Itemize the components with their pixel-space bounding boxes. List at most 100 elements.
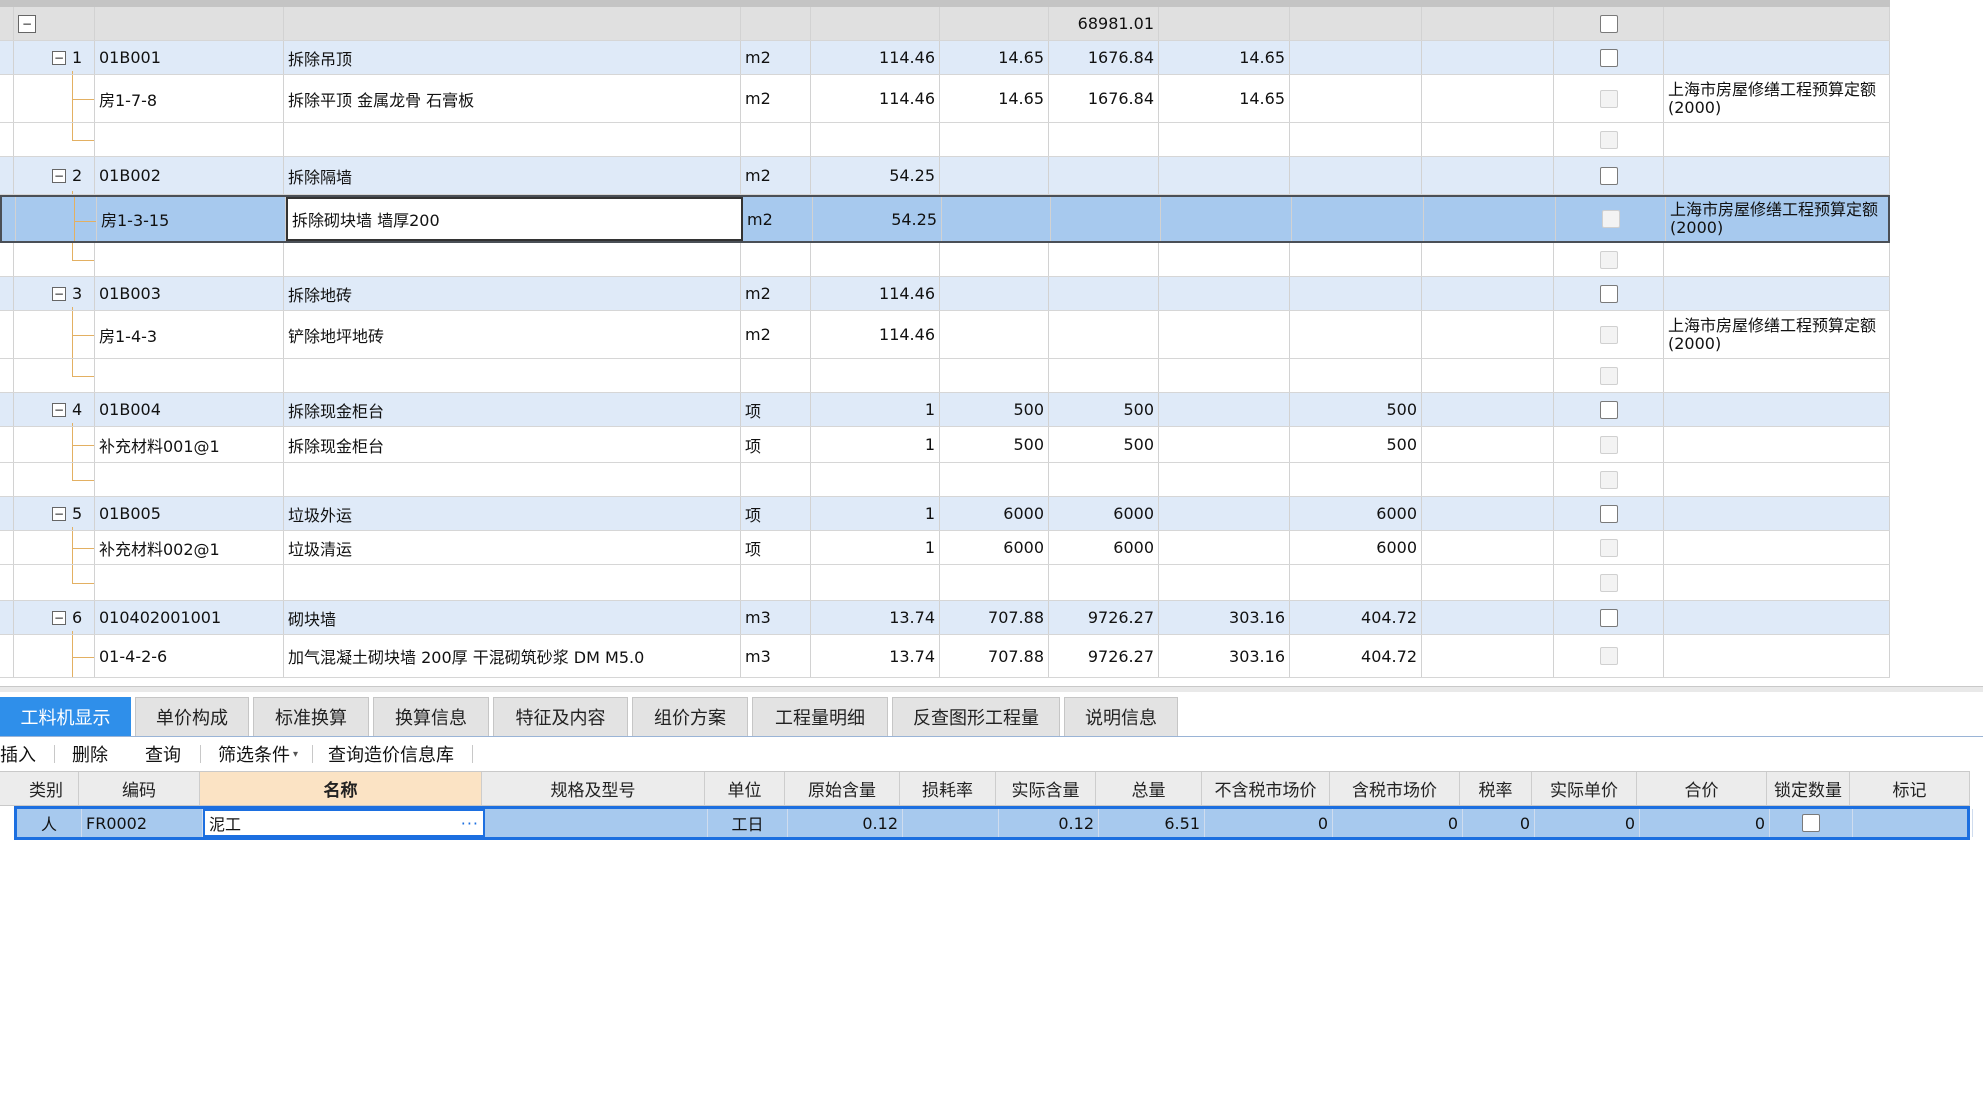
cell-c6[interactable]: 14.65 — [940, 75, 1049, 122]
cell-c6[interactable]: 14.65 — [940, 41, 1049, 74]
cell-name[interactable]: 拆除现金柜台 — [284, 393, 741, 426]
cell-code[interactable]: 01B002 — [95, 157, 284, 194]
cell-code[interactable] — [95, 243, 284, 276]
cell-gutter[interactable] — [0, 531, 14, 564]
cell-name[interactable]: 垃圾清运 — [284, 531, 741, 564]
cell-c8[interactable] — [1159, 277, 1290, 310]
cell-c10[interactable] — [1422, 497, 1554, 530]
sub-cell-code[interactable]: FR0002 — [82, 809, 203, 837]
detail-table-row[interactable]: 人 FR0002 泥工 ··· 工日 0.12 0.12 6.51 0 0 0 0 0 — [14, 806, 1973, 840]
cell-c9[interactable] — [1290, 75, 1422, 122]
cell-c6[interactable]: 707.88 — [940, 635, 1049, 677]
cell-code[interactable] — [95, 7, 284, 40]
cell-c7[interactable] — [1049, 277, 1159, 310]
col-original-content[interactable]: 原始含量 — [785, 772, 900, 805]
cell-seq[interactable] — [14, 635, 95, 677]
cell-note[interactable] — [1664, 157, 1890, 194]
cell-c9[interactable]: 500 — [1290, 393, 1422, 426]
cell-c7[interactable] — [1049, 311, 1159, 358]
cell-qty[interactable]: 54.25 — [813, 197, 942, 241]
blank-row[interactable] — [0, 243, 1890, 277]
lock-checkbox[interactable] — [1599, 250, 1618, 269]
cell-unit[interactable]: 项 — [741, 531, 811, 564]
cell-qty[interactable]: 1 — [811, 427, 940, 462]
cell-c10[interactable] — [1422, 601, 1554, 634]
cell-gutter[interactable] — [0, 7, 14, 40]
cell-c10[interactable] — [1422, 463, 1554, 496]
cell-gutter[interactable] — [0, 463, 14, 496]
cell-unit[interactable] — [741, 123, 811, 156]
delete-button[interactable]: 删除 — [72, 737, 108, 771]
sub-cell-lock[interactable] — [1770, 809, 1853, 837]
cell-qty[interactable]: 114.46 — [811, 75, 940, 122]
cell-c6[interactable] — [940, 7, 1049, 40]
cell-qty[interactable]: 1 — [811, 393, 940, 426]
collapse-icon[interactable]: − — [52, 402, 66, 417]
cell-code[interactable]: 房1-3-15 — [97, 197, 286, 241]
tab-material-display[interactable]: 工料机显示 — [0, 697, 131, 736]
cell-seq[interactable]: −1 — [14, 41, 95, 74]
collapse-icon[interactable]: − — [52, 286, 66, 301]
cell-unit[interactable] — [741, 7, 811, 40]
cell-note[interactable] — [1664, 601, 1890, 634]
cell-gutter[interactable] — [0, 123, 14, 156]
cell-unit[interactable]: m3 — [741, 601, 811, 634]
quota-row[interactable]: 01-4-2-6 加气混凝土砌块墙 200厚 干混砌筑砂浆 DM M5.0 m3 13… — [0, 635, 1890, 678]
lock-checkbox[interactable] — [1599, 14, 1618, 33]
cell-c10[interactable] — [1424, 197, 1556, 241]
cell-unit[interactable] — [741, 565, 811, 600]
col-actual-unit-price[interactable]: 实际单价 — [1532, 772, 1637, 805]
bill-item-row[interactable]: −4 01B004 拆除现金柜台项 1 500 500 500 — [0, 393, 1890, 427]
collapse-icon[interactable]: − — [52, 506, 66, 521]
cell-c10[interactable] — [1422, 359, 1554, 392]
cell-c7[interactable]: 500 — [1049, 393, 1159, 426]
cell-unit[interactable]: 项 — [741, 427, 811, 462]
cell-c7[interactable] — [1049, 359, 1159, 392]
cell-note[interactable] — [1664, 393, 1890, 426]
cell-code[interactable]: 01B003 — [95, 277, 284, 310]
lock-checkbox[interactable] — [1599, 366, 1618, 385]
sub-cell-spec[interactable] — [485, 809, 708, 837]
sub-cell-unit_price[interactable]: 0 — [1535, 809, 1640, 837]
col-name[interactable]: 名称 — [200, 772, 482, 805]
cell-c9[interactable] — [1290, 7, 1422, 40]
cell-c9[interactable] — [1290, 123, 1422, 156]
cell-gutter[interactable] — [0, 41, 14, 74]
cell-gutter[interactable] — [0, 635, 14, 677]
cell-c6[interactable] — [940, 359, 1049, 392]
cell-c9[interactable] — [1292, 197, 1424, 241]
col-sum-price[interactable]: 合价 — [1637, 772, 1767, 805]
cell-c6[interactable] — [940, 311, 1049, 358]
bill-item-row[interactable]: −1 01B001 拆除吊顶 m2 114.46 14.65 1676.84 14.65 — [0, 41, 1890, 75]
cell-note[interactable] — [1664, 463, 1890, 496]
cell-c9[interactable] — [1290, 41, 1422, 74]
cell-qty[interactable] — [811, 565, 940, 600]
cell-code[interactable]: 01B004 — [95, 393, 284, 426]
cell-seq[interactable] — [14, 311, 95, 358]
cell-c7[interactable]: 500 — [1049, 427, 1159, 462]
cell-c9[interactable] — [1290, 463, 1422, 496]
sub-cell-price_ex[interactable]: 0 — [1205, 809, 1333, 837]
cell-unit[interactable]: m2 — [741, 75, 811, 122]
cell-lock[interactable] — [1554, 123, 1664, 156]
cell-seq[interactable] — [14, 243, 95, 276]
quota-row[interactable]: 房1-7-8 拆除平顶 金属龙骨 石膏板 m2 114.46 14.65 1676.84 1… — [0, 75, 1890, 123]
sub-cell-sum[interactable]: 0 — [1640, 809, 1770, 837]
bill-item-row[interactable]: −3 01B003 拆除地砖 m2 114.46 — [0, 277, 1890, 311]
col-lock-quantity[interactable]: 锁定数量 — [1767, 772, 1850, 805]
cell-c7[interactable]: 9726.27 — [1049, 635, 1159, 677]
cell-c8[interactable] — [1159, 123, 1290, 156]
sub-cell-mark[interactable] — [1853, 809, 1973, 837]
cell-c9[interactable]: 404.72 — [1290, 601, 1422, 634]
col-tax-rate[interactable]: 税率 — [1460, 772, 1532, 805]
cell-seq[interactable]: −4 — [14, 393, 95, 426]
cell-note[interactable] — [1664, 635, 1890, 677]
quota-row[interactable]: 补充材料002@1 垃圾清运 项 1 6000 6000 6000 — [0, 531, 1890, 565]
cell-qty[interactable]: 114.46 — [811, 277, 940, 310]
col-category[interactable]: 类别 — [14, 772, 79, 805]
lock-checkbox[interactable] — [1599, 435, 1618, 454]
cell-name[interactable] — [284, 463, 741, 496]
cell-lock[interactable] — [1554, 277, 1664, 310]
cell-lock[interactable] — [1554, 243, 1664, 276]
cell-c7[interactable] — [1049, 123, 1159, 156]
